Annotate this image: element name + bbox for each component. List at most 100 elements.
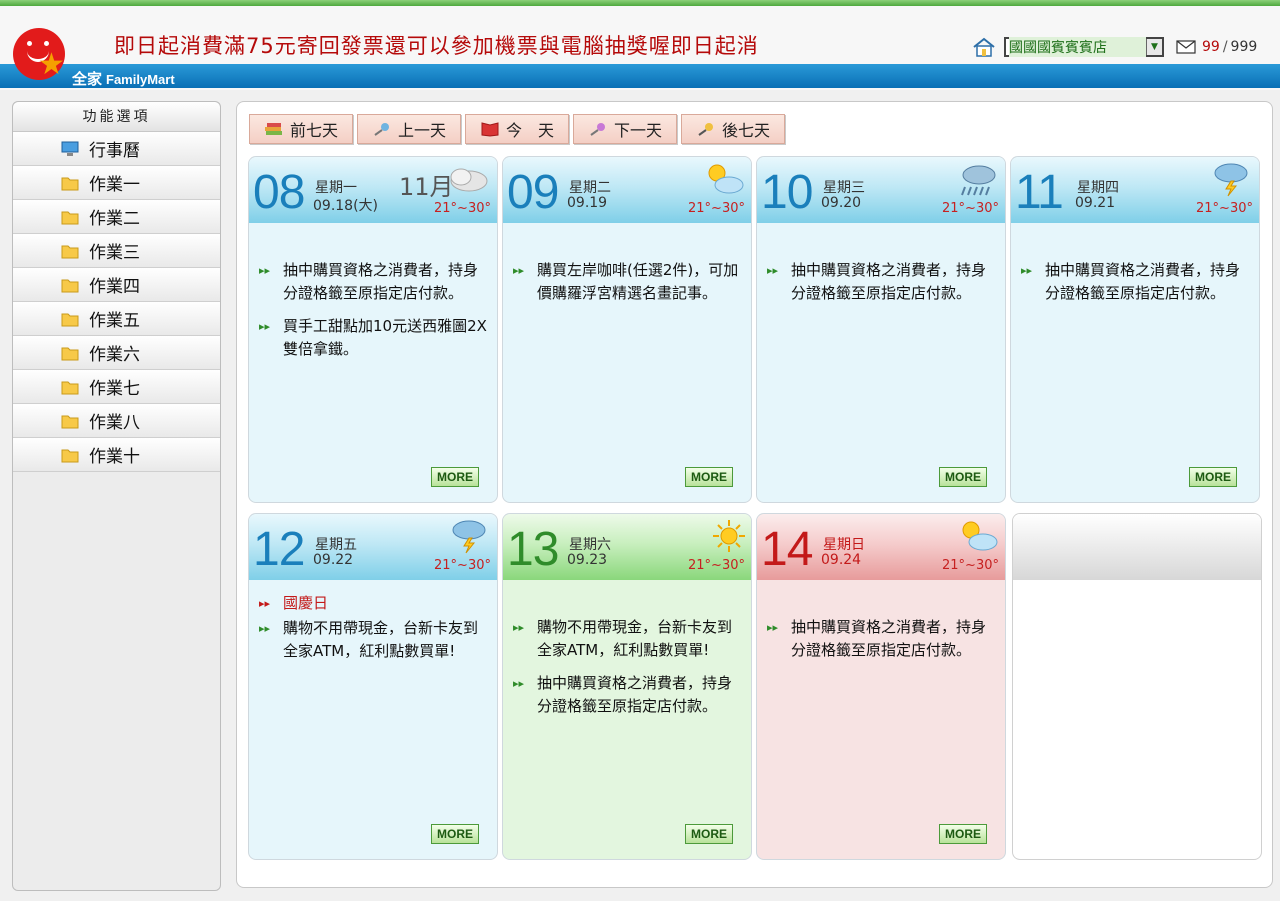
bullet-icon: ▸▸	[513, 264, 525, 277]
event-list: ▸▸ 購物不用帶現金，台新卡友到全家ATM，紅利點數買單! ▸▸ 抽中購買資格之消費…	[503, 580, 751, 718]
header: ★ 全家 FamilyMart 即日起消費滿75元寄回發票還可以參加機票與電腦抽獎…	[0, 6, 1280, 90]
today-button[interactable]: 今 天	[465, 114, 569, 144]
sidebar-item-task-10[interactable]: 作業十	[13, 438, 220, 472]
day-card-header	[1013, 514, 1261, 580]
day-number: 10	[761, 166, 813, 219]
day-card-11: 11 星期四 09.21 21°~30° ▸▸ 抽中購買資格之消費者，持身分證格籤…	[1010, 156, 1260, 503]
event-item[interactable]: ▸▸ 抽中購買資格之消費者，持身分證格籤至原指定店付款。	[767, 616, 995, 662]
today-label: 今 天	[505, 121, 554, 140]
folder-icon	[61, 211, 79, 224]
temperature: 21°~30°	[434, 201, 491, 216]
sidebar-item-label: 作業二	[89, 209, 140, 229]
temperature: 21°~30°	[434, 558, 491, 573]
bullet-icon: ▸▸	[513, 677, 525, 690]
sidebar-item-task-8[interactable]: 作業八	[13, 404, 220, 438]
more-button[interactable]: MORE	[431, 467, 479, 487]
sidebar-item-task-3[interactable]: 作業三	[13, 234, 220, 268]
day-card-header: 10 星期三 09.20 21°~30°	[757, 157, 1005, 223]
event-list: ▸▸ 抽中購買資格之消費者，持身分證格籤至原指定店付款。 ▸▸ 買手工甜點加10元送…	[249, 223, 497, 361]
pin-icon	[698, 123, 713, 136]
prev-7-days-label: 前七天	[289, 121, 338, 140]
sidebar-item-label: 作業十	[89, 447, 140, 467]
more-button[interactable]: MORE	[685, 824, 733, 844]
chevron-down-icon[interactable]: ▼	[1146, 39, 1162, 55]
bullet-icon: ▸▸	[767, 264, 779, 277]
sidebar-item-task-2[interactable]: 作業二	[13, 200, 220, 234]
rain-icon	[961, 165, 996, 196]
next-day-button[interactable]: 下一天	[573, 114, 677, 144]
sidebar-item-label: 作業一	[89, 175, 140, 195]
event-list: ▸▸ 國慶日 ▸▸ 購物不用帶現金，台新卡友到全家ATM，紅利點數買單!	[249, 580, 497, 663]
folder-icon	[61, 313, 79, 326]
sidebar-item-label: 作業四	[89, 277, 140, 297]
date-label: 09.23	[567, 552, 608, 568]
more-button[interactable]: MORE	[431, 824, 479, 844]
sidebar-item-label: 作業五	[89, 311, 140, 331]
event-item[interactable]: ▸▸ 抽中購買資格之消費者，持身分證格籤至原指定店付款。	[767, 259, 995, 305]
temperature: 21°~30°	[1196, 201, 1253, 216]
sidebar-item-task-7[interactable]: 作業七	[13, 370, 220, 404]
folder-icon	[61, 245, 79, 258]
thunder-icon	[1214, 163, 1248, 197]
holiday-item: ▸▸ 國慶日	[259, 592, 487, 615]
sunny-cloudy-icon	[962, 521, 998, 551]
folder-icon	[61, 381, 79, 394]
prev-7-days-button[interactable]: 前七天	[249, 114, 353, 144]
more-button[interactable]: MORE	[939, 467, 987, 487]
store-select-value: 國國國賓賓賓店	[1009, 37, 1146, 57]
day-number: 14	[761, 523, 813, 576]
date-label: 09.20	[821, 195, 862, 211]
day-card-10: 10 星期三 09.20 21°~30° ▸▸ 抽中購買資格之消費者，持身分證格籤…	[756, 156, 1006, 503]
date-label: 09.18(大)	[313, 198, 379, 214]
weekday: 星期一	[315, 180, 357, 196]
next-7-days-button[interactable]: 後七天	[681, 114, 785, 144]
day-number: 08	[253, 166, 305, 219]
event-item[interactable]: ▸▸ 抽中購買資格之消費者，持身分證格籤至原指定店付款。	[513, 672, 741, 718]
more-button[interactable]: MORE	[939, 824, 987, 844]
sidebar-item-label: 作業七	[89, 379, 140, 399]
folder-icon	[61, 177, 79, 190]
folder-icon	[61, 347, 79, 360]
day-card-header: 13 星期六 09.23 21°~30°	[503, 514, 751, 580]
sidebar-item-task-4[interactable]: 作業四	[13, 268, 220, 302]
event-item[interactable]: ▸▸ 購物不用帶現金，台新卡友到全家ATM，紅利點數買單!	[259, 617, 487, 663]
prev-day-button[interactable]: 上一天	[357, 114, 461, 144]
day-number: 11	[1015, 166, 1064, 219]
pin-icon	[590, 123, 605, 136]
day-card-header: 09 星期二 09.19 21°~30°	[503, 157, 751, 223]
more-button[interactable]: MORE	[1189, 467, 1237, 487]
sidebar-item-label: 行事曆	[89, 141, 140, 161]
sunny-icon	[713, 520, 745, 552]
day-number: 12	[253, 523, 305, 576]
more-button[interactable]: MORE	[685, 467, 733, 487]
pin-icon	[374, 123, 389, 136]
date-label: 09.21	[1075, 195, 1116, 211]
day-card-header: 14 星期日 09.24 21°~30°	[757, 514, 1005, 580]
mail-total: 999	[1230, 39, 1258, 55]
event-item[interactable]: ▸▸ 購買左岸咖啡(任選2件)，可加價購羅浮宮精選名畫記事。	[513, 259, 741, 305]
sidebar-item-calendar[interactable]: 行事曆	[13, 132, 220, 166]
event-item[interactable]: ▸▸ 買手工甜點加10元送西雅圖2X雙倍拿鐵。	[259, 315, 487, 361]
bullet-icon: ▸▸	[259, 264, 271, 277]
bullet-icon: ▸▸	[1021, 264, 1033, 277]
day-card-13: 13 星期六 09.23 21°~30° ▸▸ 購物不用帶現金，台新卡友到全家AT…	[502, 513, 752, 860]
temperature: 21°~30°	[688, 201, 745, 216]
store-select[interactable]: 國國國賓賓賓店 ▼	[1004, 37, 1164, 57]
mail-icon[interactable]	[1176, 40, 1196, 54]
bullet-icon: ▸▸	[767, 621, 779, 634]
sidebar-item-task-1[interactable]: 作業一	[13, 166, 220, 200]
event-item[interactable]: ▸▸ 購物不用帶現金，台新卡友到全家ATM，紅利點數買單!	[513, 616, 741, 662]
event-item[interactable]: ▸▸ 抽中購買資格之消費者，持身分證格籤至原指定店付款。	[259, 259, 487, 305]
date-nav: 前七天 上一天 今 天 下一天 後七天	[249, 114, 785, 144]
day-card-09: 09 星期二 09.19 21°~30° ▸▸ 購買左岸咖啡(任選2件)，可加價購…	[502, 156, 752, 503]
sidebar-item-task-5[interactable]: 作業五	[13, 302, 220, 336]
weekday: 星期日	[823, 537, 865, 553]
sidebar: 功能選項 行事曆 作業一 作業二 作業三 作業四 作業五 作業六 作業七 作業八…	[12, 101, 221, 891]
marquee-text: 即日起消費滿75元寄回發票還可以參加機票與電腦抽獎喔即日起消	[114, 34, 759, 58]
thunder-icon	[452, 520, 486, 554]
header-tools: 國國國賓賓賓店 ▼ 99 / 999	[972, 37, 1257, 57]
event-list: ▸▸ 抽中購買資格之消費者，持身分證格籤至原指定店付款。	[1011, 223, 1259, 305]
home-icon[interactable]	[972, 37, 996, 57]
sidebar-item-task-6[interactable]: 作業六	[13, 336, 220, 370]
event-item[interactable]: ▸▸ 抽中購買資格之消費者，持身分證格籤至原指定店付款。	[1021, 259, 1249, 305]
